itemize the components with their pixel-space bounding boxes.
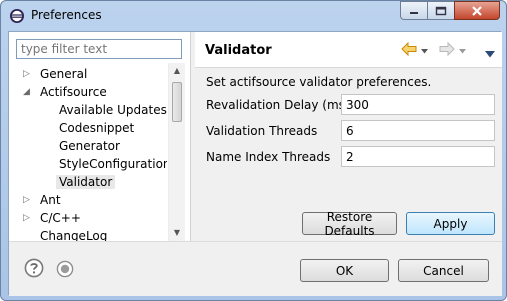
maximize-icon bbox=[435, 6, 447, 15]
page-description: Set actifsource validator preferences. bbox=[206, 75, 432, 89]
scrollbar-thumb[interactable] bbox=[172, 82, 182, 122]
name-index-threads-field[interactable] bbox=[341, 146, 495, 167]
page-header: Validator bbox=[195, 32, 502, 68]
apply-button[interactable]: Apply bbox=[406, 212, 495, 235]
back-dropdown-icon[interactable] bbox=[421, 43, 428, 57]
tree-item-changelog[interactable]: ChangeLog bbox=[40, 227, 107, 241]
cancel-button[interactable]: Cancel bbox=[398, 259, 489, 282]
tree-item-codesnippet[interactable]: Codesnippet bbox=[59, 119, 134, 137]
preference-page: Validator Set actifsource validator pref… bbox=[195, 32, 502, 241]
tree-item-label: Available Updates bbox=[59, 103, 167, 117]
view-menu-icon[interactable] bbox=[485, 46, 495, 62]
scroll-up-icon[interactable]: ▲ bbox=[169, 63, 185, 79]
tree-item-validator[interactable]: Validator bbox=[56, 173, 116, 191]
maximize-button[interactable] bbox=[427, 1, 454, 20]
name-index-threads-label: Name Index Threads bbox=[206, 150, 331, 164]
forward-dropdown-icon[interactable] bbox=[459, 43, 466, 57]
expand-arrow-icon[interactable]: ▷ bbox=[23, 213, 33, 223]
ok-button[interactable]: OK bbox=[300, 259, 389, 282]
back-nav bbox=[401, 41, 428, 59]
tree-item-label: C/C++ bbox=[40, 211, 81, 225]
tree-item-label: Ant bbox=[40, 193, 61, 207]
filter-input[interactable] bbox=[16, 39, 182, 59]
record-macro-icon[interactable] bbox=[56, 260, 74, 281]
close-icon bbox=[472, 5, 482, 16]
help-icon[interactable] bbox=[24, 258, 44, 281]
forward-nav bbox=[439, 41, 466, 59]
close-button[interactable] bbox=[454, 1, 500, 20]
preference-tree-pane: ▷ General ◢ Actifsource Available Update… bbox=[9, 32, 191, 241]
tree-item-label: Actifsource bbox=[40, 85, 107, 99]
preferences-window: Preferences ▷ General ◢ bbox=[0, 0, 507, 301]
window-title: Preferences bbox=[31, 8, 102, 22]
back-arrow-icon[interactable] bbox=[401, 41, 417, 59]
tree-item-label: Codesnippet bbox=[59, 121, 135, 135]
tree-item-available-updates[interactable]: Available Updates bbox=[59, 101, 167, 119]
tree-item-generator[interactable]: Generator bbox=[59, 137, 120, 155]
dialog-button-bar: OK Cancel bbox=[9, 241, 502, 296]
restore-defaults-button[interactable]: Restore Defaults bbox=[302, 210, 397, 238]
forward-arrow-icon[interactable] bbox=[439, 41, 455, 59]
revalidation-delay-label: Revalidation Delay (ms) bbox=[206, 98, 350, 112]
tree-scrollbar[interactable]: ▲ ▼ bbox=[168, 63, 185, 241]
tree-item-label: General bbox=[40, 67, 88, 81]
scroll-down-icon[interactable]: ▼ bbox=[169, 225, 185, 241]
tree-item-label: ChangeLog bbox=[40, 229, 108, 241]
tree-item-label-selected: Validator bbox=[56, 175, 116, 189]
title-bar[interactable]: Preferences bbox=[1, 1, 506, 31]
collapse-arrow-icon[interactable]: ◢ bbox=[23, 87, 33, 97]
revalidation-delay-field[interactable] bbox=[341, 94, 495, 115]
preference-tree: ▷ General ◢ Actifsource Available Update… bbox=[9, 63, 167, 241]
validation-threads-label: Validation Threads bbox=[206, 124, 318, 138]
eclipse-icon bbox=[9, 8, 25, 24]
minimize-button[interactable] bbox=[400, 1, 427, 20]
tree-item-label: StyleConfiguration bbox=[59, 157, 167, 171]
window-controls bbox=[400, 1, 500, 21]
expand-arrow-icon[interactable]: ▷ bbox=[23, 69, 33, 79]
expand-arrow-icon[interactable]: ▷ bbox=[23, 195, 33, 205]
validation-threads-field[interactable] bbox=[341, 120, 495, 141]
page-title: Validator bbox=[205, 43, 272, 58]
minimize-icon bbox=[410, 11, 418, 14]
dialog-client-area: ▷ General ◢ Actifsource Available Update… bbox=[8, 31, 502, 296]
tree-item-styleconfiguration[interactable]: StyleConfiguration bbox=[59, 155, 167, 173]
tree-item-label: Generator bbox=[59, 139, 120, 153]
